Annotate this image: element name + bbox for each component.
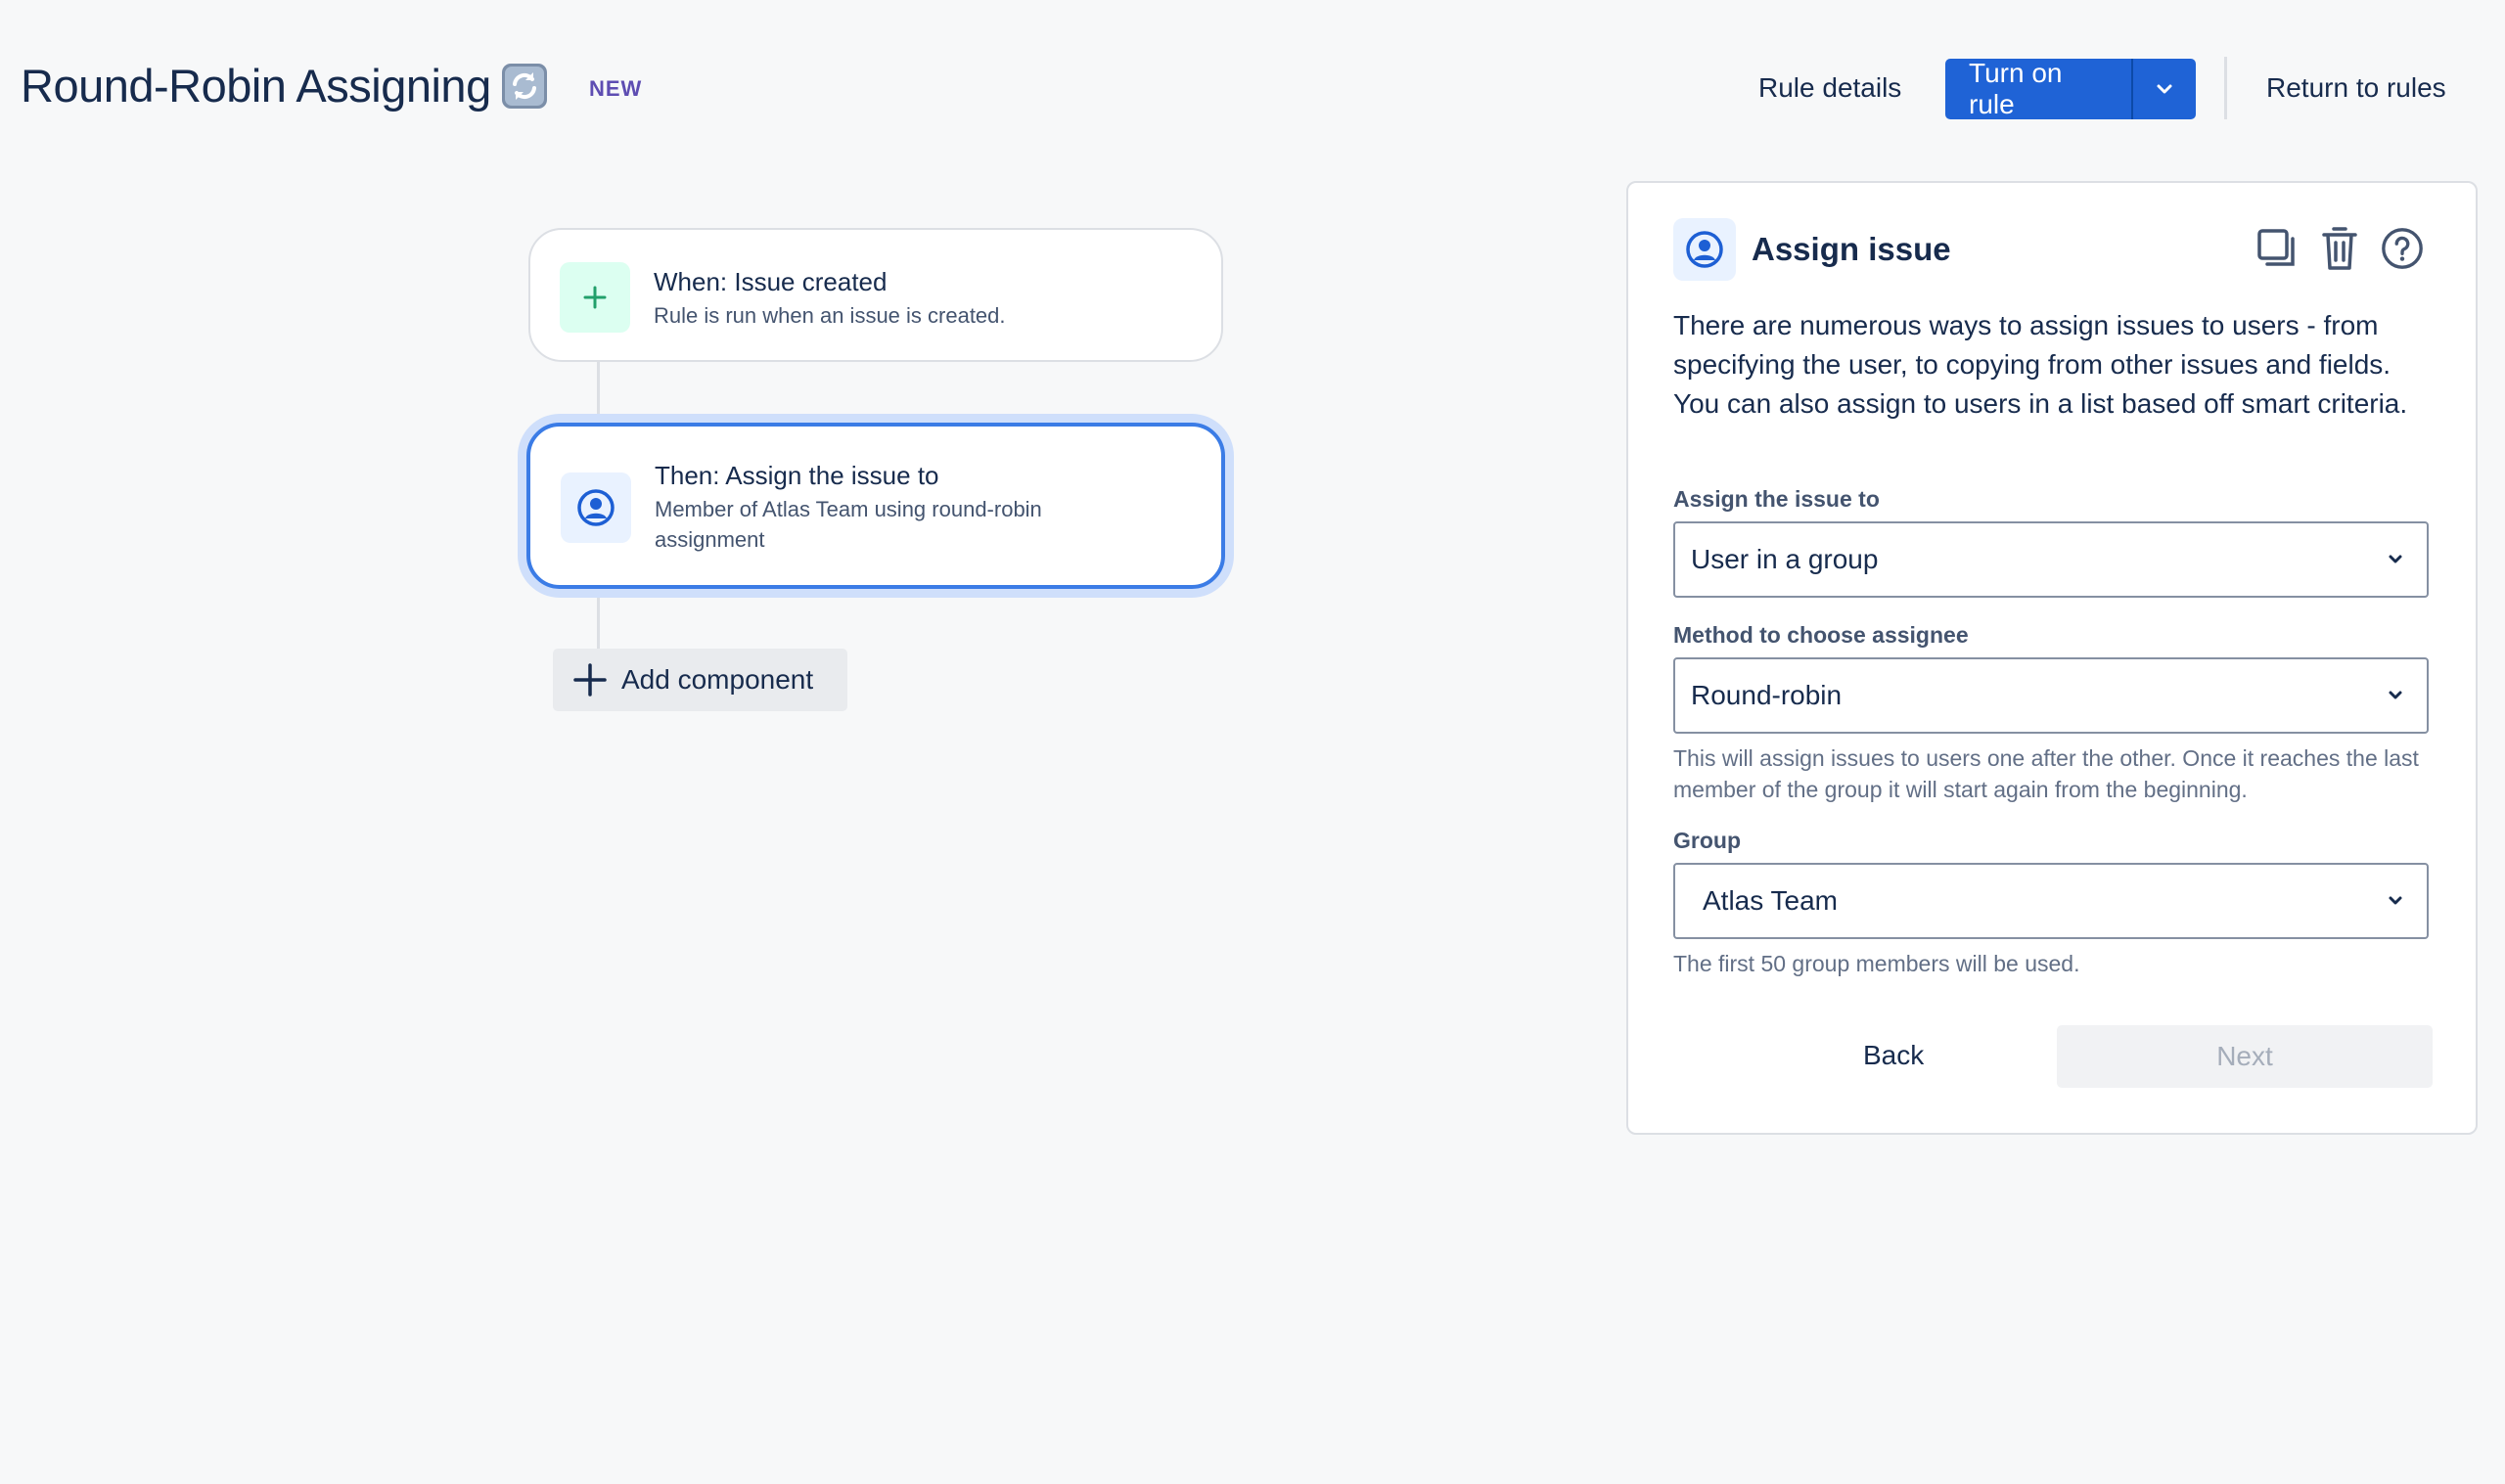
plus-icon	[572, 662, 608, 697]
group-helper-text: The first 50 group members will be used.	[1673, 951, 2080, 976]
return-to-rules-link[interactable]: Return to rules	[2266, 72, 2446, 104]
flow-connector	[597, 589, 600, 649]
group-select[interactable]: Atlas Team	[1673, 863, 2429, 939]
trigger-title: When: Issue created	[654, 267, 888, 296]
method-select[interactable]: Round-robin	[1673, 657, 2429, 734]
page-title: Round-Robin Assigning	[21, 59, 548, 112]
turn-on-rule-button[interactable]: Turn on rule	[1945, 59, 2131, 119]
chevron-down-icon	[2386, 689, 2405, 702]
assign-to-select[interactable]: User in a group	[1673, 521, 2429, 598]
chevron-down-icon	[2157, 84, 2172, 94]
refresh-emoji-icon	[501, 63, 548, 110]
action-card[interactable]: Then: Assign the issue to Member of Atla…	[526, 423, 1225, 589]
assign-to-label: Assign the issue to	[1673, 486, 1880, 512]
rule-details-link[interactable]: Rule details	[1758, 72, 1901, 104]
turn-on-rule-split-button: Turn on rule	[1945, 59, 2196, 119]
chevron-down-icon	[2386, 553, 2405, 566]
group-value: Atlas Team	[1703, 885, 1838, 916]
add-component-button[interactable]: Add component	[553, 649, 847, 711]
back-button[interactable]: Back	[1863, 1040, 1924, 1071]
trigger-card[interactable]: When: Issue created Rule is run when an …	[528, 228, 1223, 362]
component-config-panel: Assign issue There are numerous ways to …	[1626, 181, 2478, 1135]
group-label: Group	[1673, 828, 1741, 853]
user-avatar-icon	[561, 472, 631, 543]
plus-icon	[560, 262, 630, 333]
user-avatar-icon	[1673, 218, 1736, 281]
assign-to-value: User in a group	[1691, 544, 1879, 574]
chevron-down-icon	[2386, 894, 2405, 908]
add-component-label: Add component	[621, 664, 814, 695]
action-subtitle: Member of Atlas Team using round-robin a…	[655, 497, 1042, 552]
panel-title: Assign issue	[1752, 231, 1951, 267]
trigger-subtitle: Rule is run when an issue is created.	[654, 303, 1006, 328]
new-badge: NEW	[589, 76, 643, 101]
next-button[interactable]: Next	[2057, 1025, 2433, 1088]
page-title-text: Round-Robin Assigning	[21, 60, 491, 112]
action-title: Then: Assign the issue to	[655, 461, 939, 490]
help-icon[interactable]	[2380, 224, 2425, 273]
flow-connector	[597, 362, 600, 423]
method-label: Method to choose assignee	[1673, 622, 1969, 648]
turn-on-options-button[interactable]	[2133, 59, 2196, 119]
method-value: Round-robin	[1691, 680, 1843, 710]
header-divider	[2224, 57, 2227, 119]
method-helper-text: This will assign issues to users one aft…	[1673, 745, 2419, 802]
duplicate-icon[interactable]	[2254, 224, 2300, 273]
trash-icon[interactable]	[2317, 224, 2362, 273]
panel-description: There are numerous ways to assign issues…	[1673, 310, 2408, 419]
